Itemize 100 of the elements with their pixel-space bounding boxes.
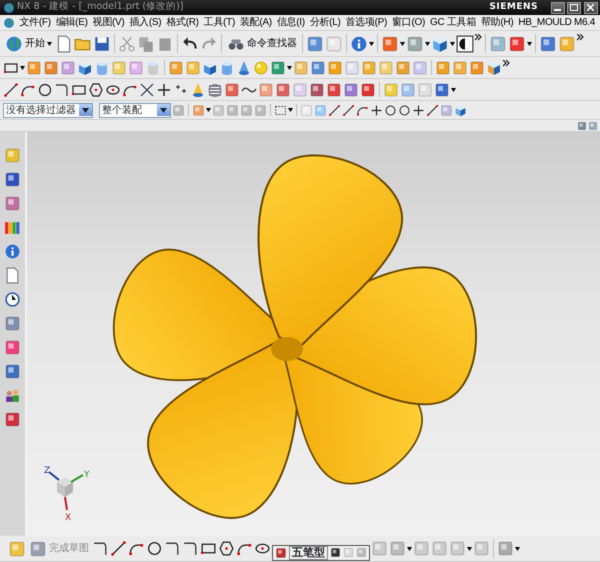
- menu-item[interactable]: 格式(R): [166, 15, 199, 30]
- menu-item[interactable]: GC 工具箱: [430, 15, 476, 30]
- cube-icon[interactable]: [454, 104, 467, 116]
- type-filter-dropdown[interactable]: 没有选择过滤器: [3, 102, 93, 118]
- caret-icon[interactable]: [369, 42, 374, 46]
- cube-icon[interactable]: [486, 60, 502, 76]
- caret-icon[interactable]: [400, 42, 405, 46]
- tool-icon[interactable]: [275, 546, 287, 558]
- tool-icon[interactable]: [309, 82, 325, 98]
- caret-icon[interactable]: [425, 42, 430, 46]
- caret-icon[interactable]: [451, 88, 456, 92]
- plus-icon[interactable]: [156, 82, 172, 98]
- box-select-icon[interactable]: [274, 104, 287, 116]
- menu-item[interactable]: HB_MOULD M6.4: [518, 15, 596, 30]
- info-icon[interactable]: [4, 243, 21, 260]
- document-icon[interactable]: [55, 34, 73, 52]
- menu-item[interactable]: 信息(I): [276, 15, 305, 30]
- tool-icon[interactable]: [326, 82, 342, 98]
- caret-icon[interactable]: [515, 546, 520, 550]
- line-icon[interactable]: [110, 540, 127, 557]
- plus-icon[interactable]: [370, 104, 383, 116]
- corner-icon[interactable]: [182, 540, 199, 557]
- chevron-icon[interactable]: [577, 34, 584, 41]
- circle-icon[interactable]: [37, 82, 53, 98]
- axis-label: Z: [44, 466, 50, 476]
- line-icon[interactable]: [426, 104, 439, 116]
- caret-icon[interactable]: [287, 66, 292, 70]
- caret-icon[interactable]: [407, 546, 412, 550]
- window-title: NX 8 - 建模 - [_model1.prt (修改的)]: [17, 0, 184, 14]
- chevron-icon[interactable]: [475, 34, 482, 41]
- close-icon: [587, 4, 594, 11]
- cube-icon[interactable]: [202, 60, 218, 76]
- sphere-icon[interactable]: [253, 60, 269, 76]
- caret-icon[interactable]: [47, 42, 52, 46]
- axis-label: X: [65, 513, 72, 523]
- circle-icon[interactable]: [384, 104, 397, 116]
- tool-icon: [29, 540, 47, 558]
- line-icon[interactable]: [3, 82, 19, 98]
- corner-icon[interactable]: [92, 540, 109, 557]
- caret-icon[interactable]: [467, 546, 472, 550]
- menu-item[interactable]: 帮助(H): [480, 15, 514, 30]
- minimize-button[interactable]: [550, 2, 564, 14]
- coil-icon[interactable]: [207, 82, 223, 98]
- menu-item[interactable]: 编辑(E): [56, 15, 88, 30]
- document-icon[interactable]: [4, 267, 21, 284]
- maximize-icon: [570, 4, 578, 11]
- corner-icon[interactable]: [164, 540, 181, 557]
- cube-icon[interactable]: [431, 34, 449, 52]
- menu-item[interactable]: 窗口(O): [392, 15, 425, 30]
- tool-icon[interactable]: [4, 171, 21, 188]
- hex-icon[interactable]: [88, 82, 104, 98]
- tool-icon[interactable]: [434, 82, 450, 98]
- caret-icon[interactable]: [288, 108, 293, 112]
- copy-icon[interactable]: [137, 34, 155, 52]
- caret-icon[interactable]: [450, 42, 455, 46]
- menu-item[interactable]: 分析(L): [310, 15, 341, 30]
- caret-icon[interactable]: [527, 42, 532, 46]
- start-icon: [5, 34, 23, 52]
- shaded-circle-icon[interactable]: [456, 34, 474, 52]
- save-icon[interactable]: [93, 34, 111, 52]
- menu-item[interactable]: 视图(V): [92, 15, 124, 30]
- globe-icon: [2, 2, 14, 14]
- scope-dropdown[interactable]: 整个装配: [99, 102, 171, 118]
- books-icon[interactable]: [4, 219, 21, 236]
- start-button[interactable]: 开始: [3, 34, 54, 52]
- globe-icon[interactable]: [2, 16, 14, 28]
- curves-icon[interactable]: [139, 82, 155, 98]
- people-icon[interactable]: [4, 387, 21, 404]
- info-icon[interactable]: [350, 34, 368, 52]
- menu-item[interactable]: 装配(A): [240, 15, 272, 30]
- tool-icon[interactable]: [360, 82, 376, 98]
- maximize-button[interactable]: [567, 2, 581, 14]
- circle-icon[interactable]: [146, 540, 163, 557]
- chevron-icon[interactable]: [503, 60, 510, 67]
- menu-item[interactable]: 首选项(P): [346, 15, 388, 30]
- plus-icon[interactable]: [412, 104, 425, 116]
- circle-icon[interactable]: [398, 104, 411, 116]
- menu-item[interactable]: 文件(F): [20, 15, 51, 30]
- caret-icon[interactable]: [206, 108, 211, 112]
- axis-label: Y: [84, 470, 90, 480]
- corner-icon[interactable]: [54, 82, 70, 98]
- caret-icon[interactable]: [20, 66, 25, 70]
- input-mode-label[interactable]: 五笔型: [289, 546, 328, 560]
- tool-icon[interactable]: [330, 547, 341, 558]
- cone-icon[interactable]: [236, 60, 252, 76]
- line-icon[interactable]: [342, 104, 355, 116]
- menu-item[interactable]: 工具(T): [204, 15, 235, 30]
- brand-label: SIEMENS: [489, 0, 538, 14]
- command-finder-button[interactable]: 命令查找器: [225, 34, 299, 52]
- hex-icon[interactable]: [218, 540, 235, 557]
- axis-triad-drawing: [48, 471, 84, 510]
- close-button[interactable]: [584, 2, 598, 14]
- cone-icon[interactable]: [190, 82, 206, 98]
- caret-icon: [160, 108, 167, 112]
- cube-icon[interactable]: [77, 60, 93, 76]
- menu-item[interactable]: 插入(S): [129, 15, 162, 30]
- scissors-icon[interactable]: [118, 34, 136, 52]
- line-icon[interactable]: [328, 104, 341, 116]
- clock-icon[interactable]: [4, 291, 21, 308]
- caret-icon: [82, 108, 89, 112]
